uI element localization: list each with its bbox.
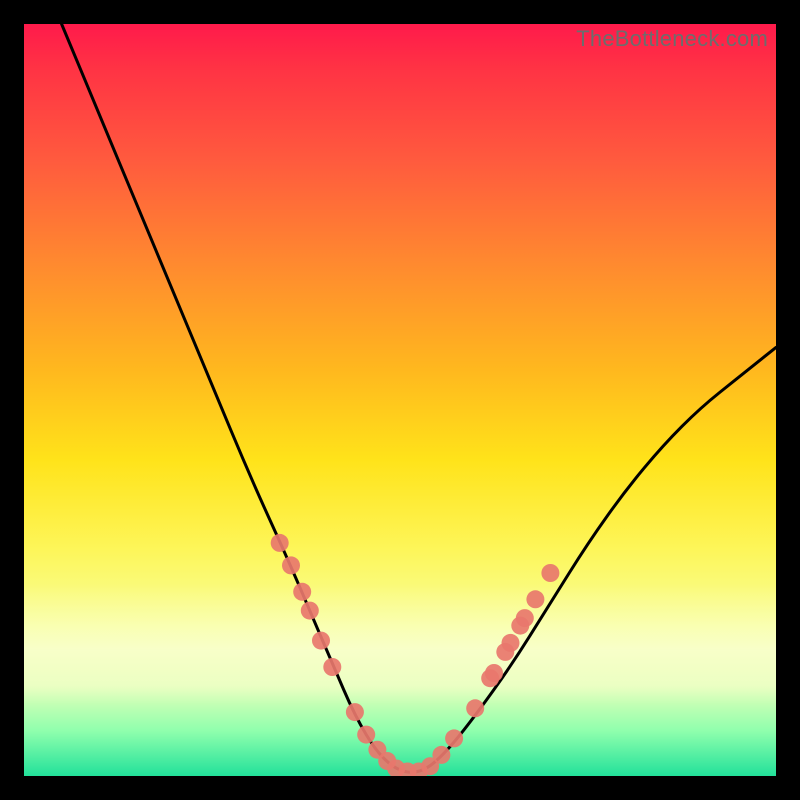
marker-point — [502, 634, 520, 652]
marker-point — [466, 699, 484, 717]
marker-point — [516, 609, 534, 627]
marker-point — [282, 556, 300, 574]
marker-point — [293, 583, 311, 601]
marker-point — [485, 664, 503, 682]
marker-point — [541, 564, 559, 582]
marker-point — [445, 729, 463, 747]
bottleneck-plot — [24, 24, 776, 776]
bottleneck-curve — [62, 24, 776, 772]
marker-point — [301, 602, 319, 620]
chart-frame: TheBottleneck.com — [24, 24, 776, 776]
marker-point — [346, 703, 364, 721]
marker-point — [312, 632, 330, 650]
marker-point — [357, 726, 375, 744]
marker-point — [526, 590, 544, 608]
marker-point — [323, 658, 341, 676]
watermark-text: TheBottleneck.com — [576, 26, 768, 52]
marker-point — [271, 534, 289, 552]
marker-point — [432, 746, 450, 764]
